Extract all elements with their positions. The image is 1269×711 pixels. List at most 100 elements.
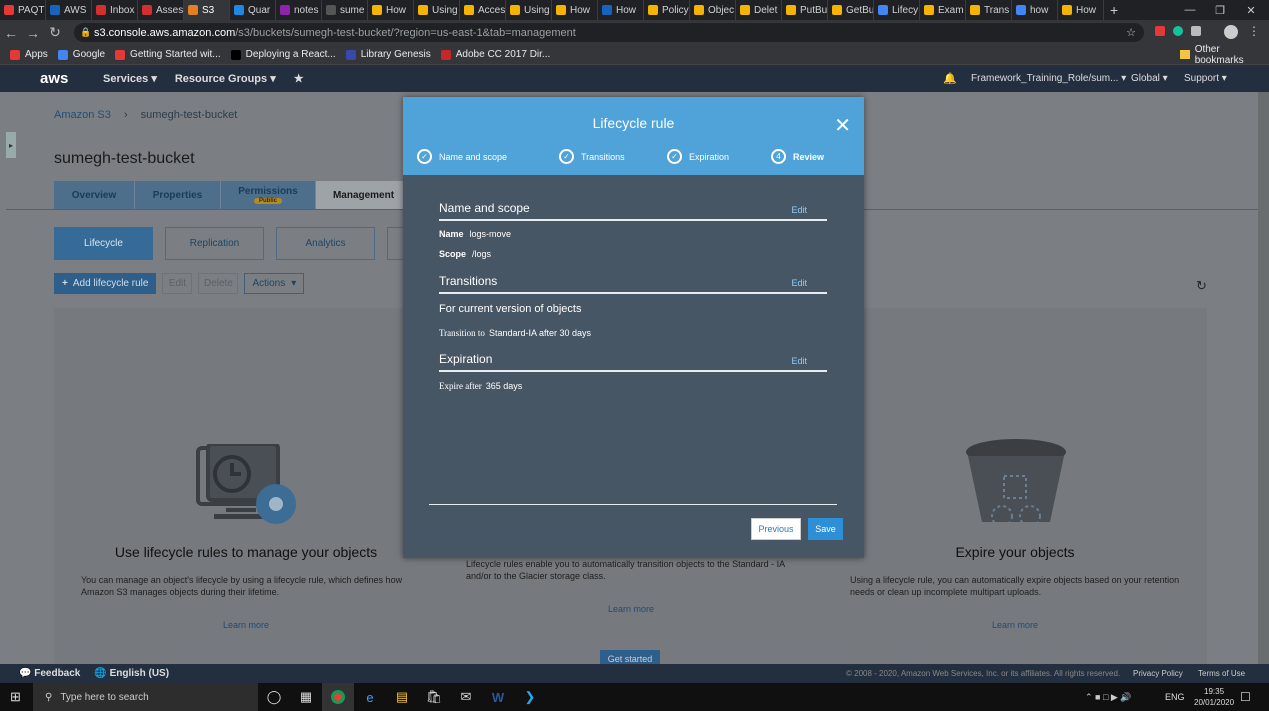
browser-tab[interactable]: Asses: [138, 0, 184, 20]
tab-permissions[interactable]: Permissions Public: [221, 181, 316, 209]
taskbar-search[interactable]: ⚲ Type here to search: [33, 683, 258, 711]
notification-icon[interactable]: ☐: [1240, 690, 1251, 704]
browser-tab[interactable]: GetBu: [828, 0, 874, 20]
tray-icons[interactable]: ⌃ ■ □ ▶ 🔊: [1085, 692, 1132, 703]
bookmark-item[interactable]: Deploying a React...: [230, 49, 336, 60]
new-tab-button[interactable]: +: [1110, 2, 1118, 18]
support-menu[interactable]: Support ▾: [1184, 73, 1227, 84]
browser-tab[interactable]: sume: [322, 0, 368, 20]
previous-button[interactable]: Previous: [751, 518, 801, 540]
privacy-link[interactable]: Privacy Policy: [1133, 669, 1183, 678]
browser-tab[interactable]: S3: [184, 0, 230, 20]
file-explorer-icon[interactable]: ▤: [386, 683, 418, 711]
word-icon[interactable]: W: [482, 683, 514, 711]
feedback-button[interactable]: 💬 Feedback: [19, 668, 80, 679]
browser-tab[interactable]: Using: [506, 0, 552, 20]
subtab-replication[interactable]: Replication: [165, 227, 264, 260]
pin-icon[interactable]: ★: [294, 72, 304, 85]
bell-icon[interactable]: 🔔: [943, 72, 957, 85]
browser-tab[interactable]: How: [1058, 0, 1104, 20]
tab-management[interactable]: Management: [316, 181, 412, 209]
bookmark-label: Adobe CC 2017 Dir...: [455, 49, 551, 60]
breadcrumb-root[interactable]: Amazon S3: [54, 109, 111, 121]
page-scrollbar[interactable]: [1258, 92, 1269, 664]
terms-link[interactable]: Terms of Use: [1198, 669, 1245, 678]
edit-expiration-link[interactable]: Edit: [791, 356, 807, 366]
step-name-scope[interactable]: ✓ Name and scope: [417, 149, 559, 164]
browser-tab[interactable]: how: [1012, 0, 1058, 20]
browser-tab[interactable]: How: [598, 0, 644, 20]
refresh-icon[interactable]: ↻: [1196, 278, 1207, 294]
subtab-analytics[interactable]: Analytics: [276, 227, 375, 260]
edge-icon[interactable]: e: [354, 683, 386, 711]
minimize-icon[interactable]: —: [1175, 0, 1205, 20]
browser-tab[interactable]: notes: [276, 0, 322, 20]
close-window-icon[interactable]: ✕: [1236, 0, 1266, 20]
browser-tab[interactable]: Delet: [736, 0, 782, 20]
get-started-button[interactable]: Get started: [600, 650, 660, 664]
account-menu[interactable]: Framework_Training_Role/sum... ▾: [971, 73, 1126, 84]
side-expand-tab[interactable]: ▸: [6, 132, 16, 158]
actions-dropdown[interactable]: Actions ▾: [244, 273, 305, 294]
edit-transitions-link[interactable]: Edit: [791, 278, 807, 288]
services-menu[interactable]: Services ▾: [103, 72, 157, 85]
other-bookmarks[interactable]: Other bookmarks: [1180, 44, 1269, 66]
chrome-icon[interactable]: [322, 683, 354, 711]
edit-name-scope-link[interactable]: Edit: [791, 205, 807, 215]
cortana-icon[interactable]: ◯: [258, 683, 290, 711]
step-transitions[interactable]: ✓ Transitions: [559, 149, 667, 164]
save-button[interactable]: Save: [808, 518, 843, 540]
bookmark-item[interactable]: Apps: [10, 49, 48, 60]
browser-tab[interactable]: How: [552, 0, 598, 20]
browser-tab[interactable]: Acces: [460, 0, 506, 20]
task-view-icon[interactable]: ▦: [290, 683, 322, 711]
browser-tab[interactable]: Using: [414, 0, 460, 20]
windows-start-icon[interactable]: ⊞: [10, 689, 21, 705]
browser-tab[interactable]: Trans: [966, 0, 1012, 20]
region-menu[interactable]: Global ▾: [1131, 73, 1168, 84]
learn-more-link[interactable]: Learn more: [850, 620, 1180, 630]
browser-tab[interactable]: AWS: [46, 0, 92, 20]
tab-properties[interactable]: Properties: [135, 181, 221, 209]
step-expiration[interactable]: ✓ Expiration: [667, 149, 771, 164]
menu-icon[interactable]: ⋮: [1248, 24, 1260, 38]
browser-tab[interactable]: Inbox: [92, 0, 138, 20]
delete-button[interactable]: Delete: [198, 273, 239, 294]
browser-tab[interactable]: Quar: [230, 0, 276, 20]
aws-logo[interactable]: aws: [40, 70, 92, 87]
bookmark-item[interactable]: Google: [57, 49, 105, 60]
browser-tab[interactable]: Exam: [920, 0, 966, 20]
browser-tab[interactable]: PAQT: [0, 0, 46, 20]
language-selector[interactable]: 🌐 English (US): [94, 668, 169, 679]
extensions-icons[interactable]: [1155, 26, 1201, 36]
close-icon[interactable]: ✕: [834, 113, 851, 138]
bookmark-item[interactable]: Adobe CC 2017 Dir...: [440, 49, 551, 60]
browser-tab[interactable]: Lifecy: [874, 0, 920, 20]
learn-more-link[interactable]: Learn more: [81, 620, 411, 630]
tab-overview[interactable]: Overview: [54, 181, 135, 209]
forward-icon[interactable]: →: [22, 25, 44, 41]
step-review[interactable]: 4 Review: [771, 149, 824, 164]
browser-tab[interactable]: PutBu: [782, 0, 828, 20]
store-icon[interactable]: 🛍: [418, 683, 450, 711]
language-indicator[interactable]: ENG: [1165, 692, 1185, 702]
browser-tab[interactable]: Objec: [690, 0, 736, 20]
bookmark-item[interactable]: Library Genesis: [345, 49, 431, 60]
restore-icon[interactable]: ❐: [1205, 0, 1235, 20]
resource-groups-menu[interactable]: Resource Groups ▾: [175, 72, 276, 85]
browser-tab[interactable]: How: [368, 0, 414, 20]
vscode-icon[interactable]: ❯: [514, 683, 546, 711]
browser-tab[interactable]: Policy: [644, 0, 690, 20]
clock[interactable]: 19:35 20/01/2020: [1194, 686, 1234, 708]
url-input[interactable]: 🔒 s3.console.aws.amazon.com/s3/buckets/s…: [74, 23, 1144, 42]
profile-avatar[interactable]: [1224, 25, 1238, 39]
reload-icon[interactable]: ↻: [44, 24, 66, 41]
bookmark-star-icon[interactable]: ☆: [1126, 26, 1136, 39]
add-lifecycle-rule-button[interactable]: + Add lifecycle rule: [54, 273, 157, 294]
subtab-lifecycle[interactable]: Lifecycle: [54, 227, 153, 260]
edit-button[interactable]: Edit: [162, 273, 193, 294]
learn-more-link[interactable]: Learn more: [466, 604, 796, 614]
mail-icon[interactable]: ✉: [450, 683, 482, 711]
back-icon[interactable]: ←: [0, 25, 22, 41]
bookmark-item[interactable]: Getting Started wit...: [115, 49, 221, 60]
